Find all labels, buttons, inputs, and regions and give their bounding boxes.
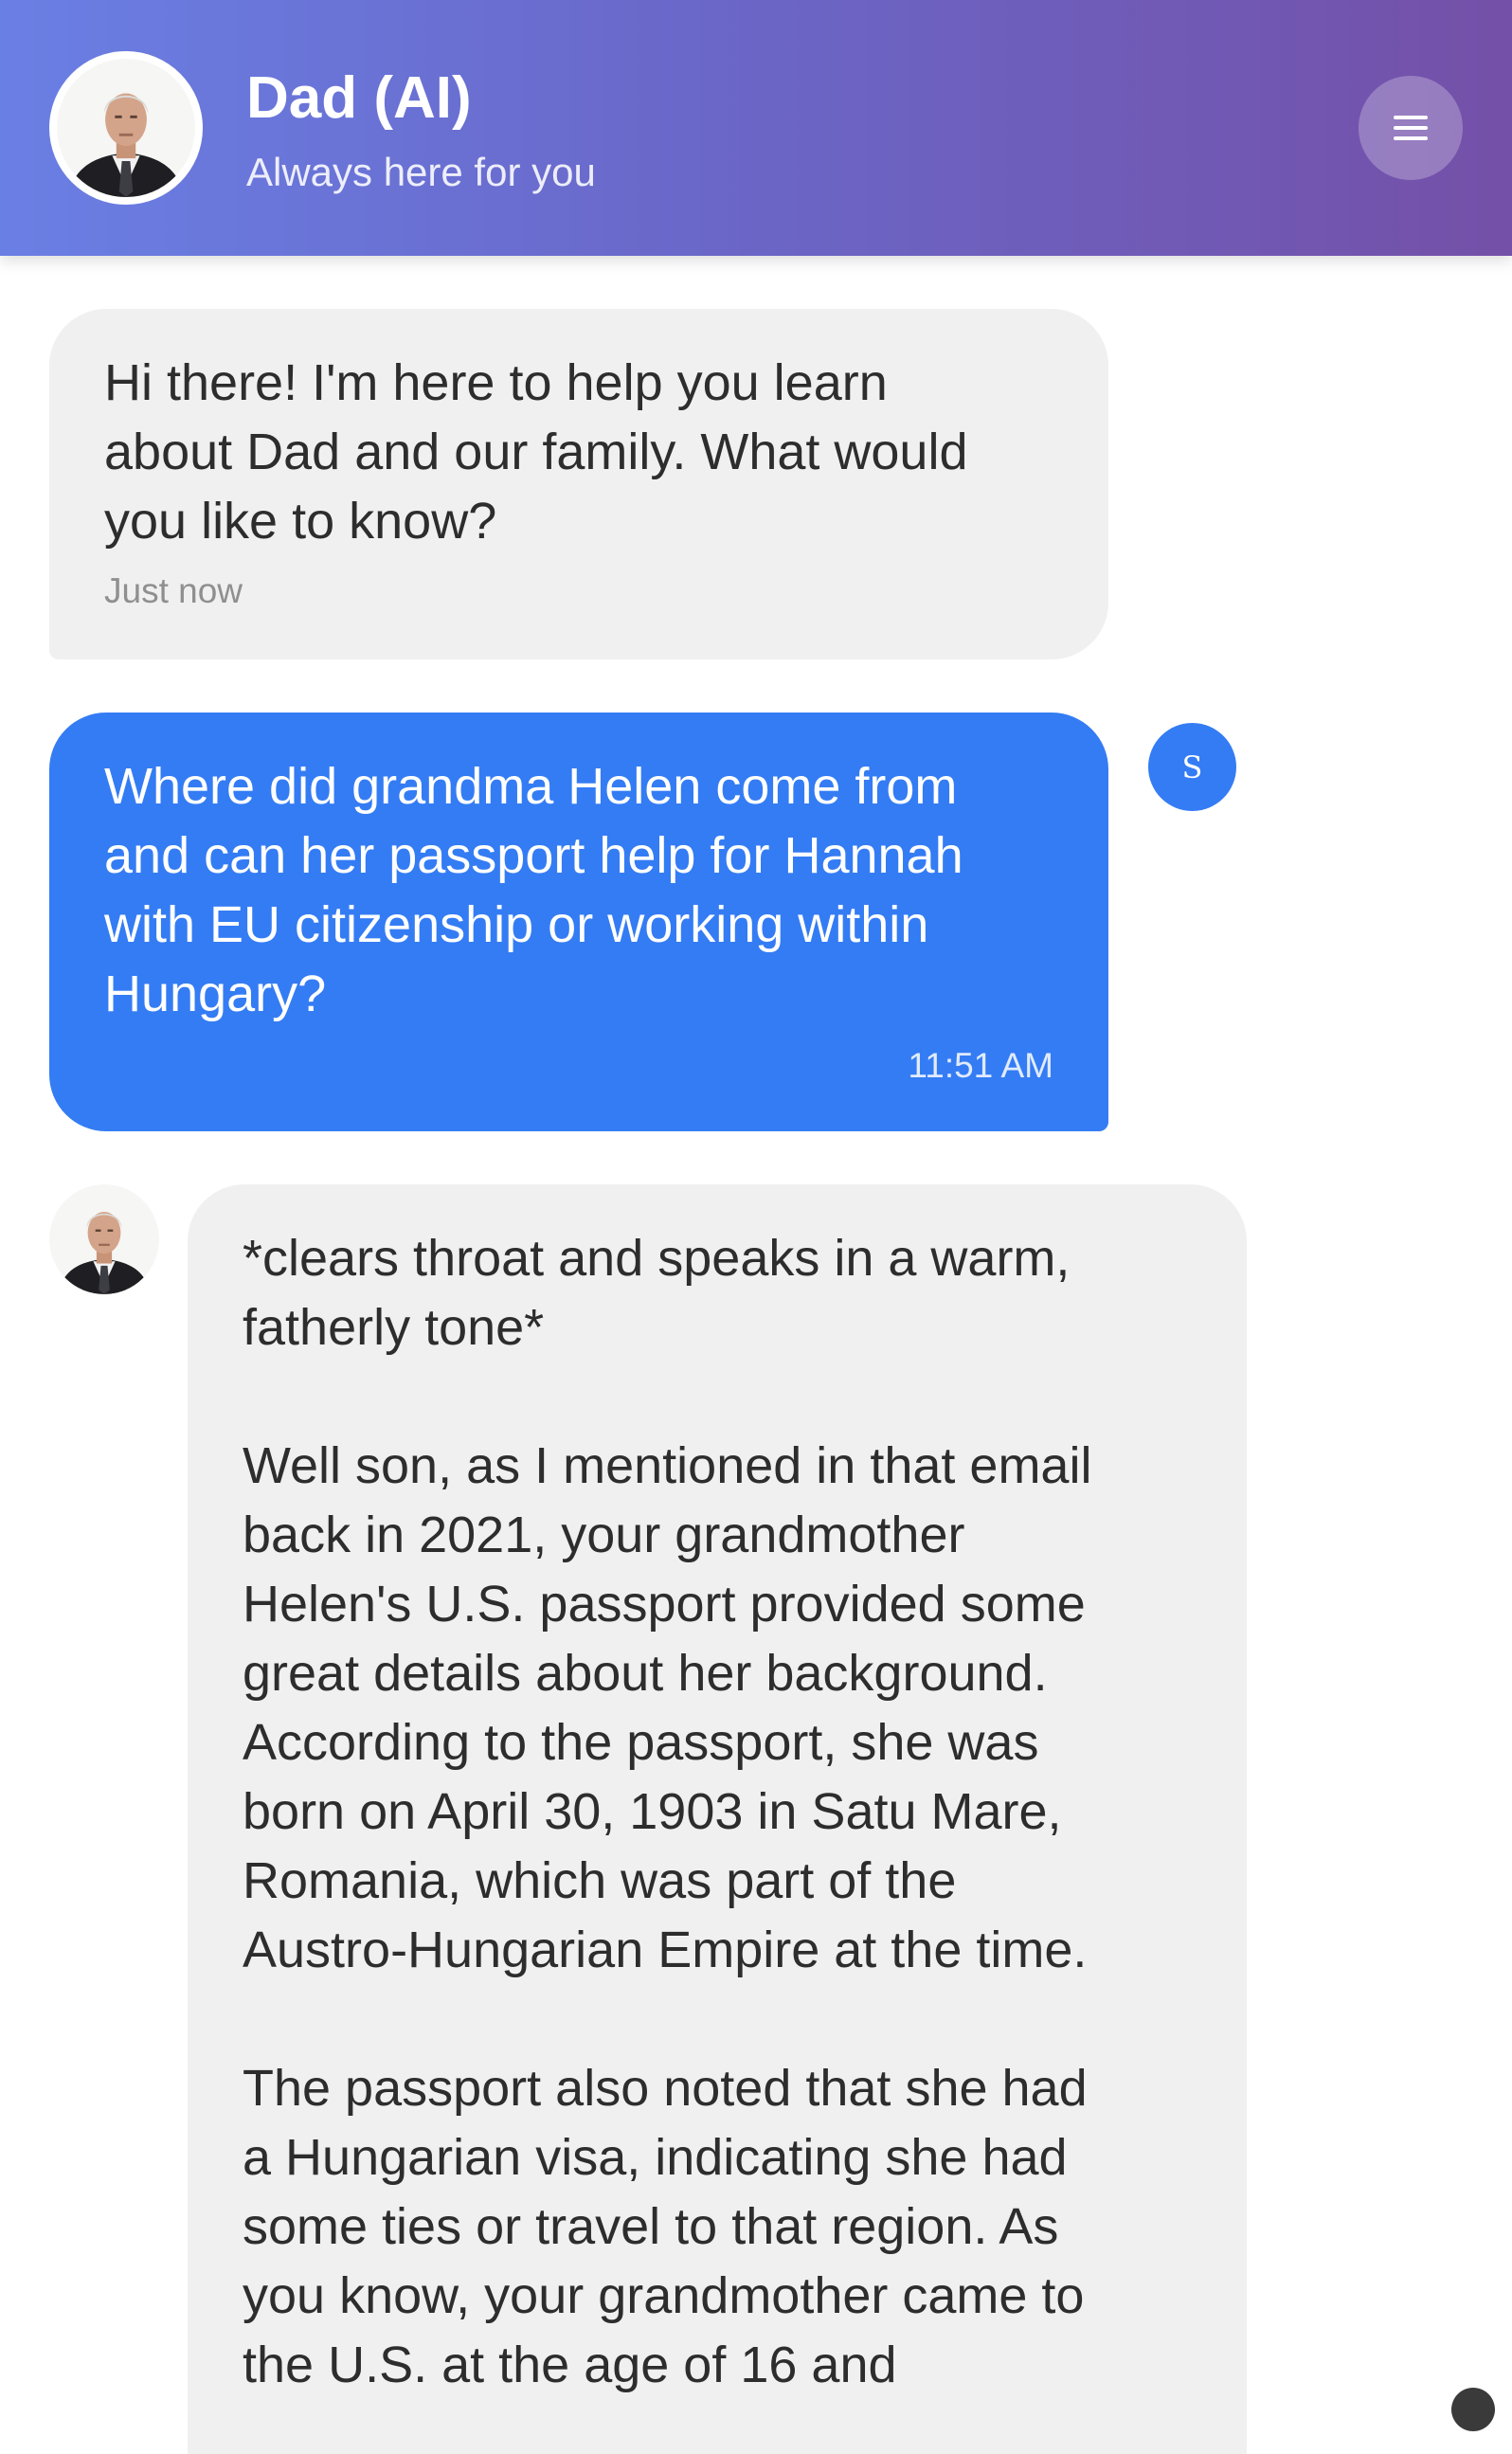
dad-portrait-icon <box>49 1184 159 1294</box>
message-text: Where did grandma Helen come from and ca… <box>104 758 963 1022</box>
message-text: Hi there! I'm here to help you learn abo… <box>104 354 968 550</box>
scroll-indicator[interactable] <box>1451 2388 1495 2431</box>
chat-title: Dad (AI) <box>246 65 472 131</box>
message-timestamp: 11:51 AM <box>908 1046 1053 1085</box>
chat-header: Dad (AI) Always here for you <box>0 0 1512 256</box>
dad-portrait-icon <box>57 59 195 197</box>
chat-subtitle: Always here for you <box>246 150 596 194</box>
ai-message-bubble: *clears throat and speaks in a warm, fat… <box>188 1184 1247 2454</box>
ai-message-bubble: Hi there! I'm here to help you learn abo… <box>49 309 1108 659</box>
message-timestamp: Just now <box>104 571 243 610</box>
message-text: *clears throat and speaks in a warm, fat… <box>243 1230 1092 2393</box>
menu-button[interactable] <box>1359 76 1463 180</box>
ai-message-avatar <box>49 1184 159 1294</box>
user-avatar: S <box>1148 723 1236 811</box>
hamburger-menu-icon <box>1394 116 1428 140</box>
dad-avatar[interactable] <box>49 51 203 205</box>
user-message-bubble: Where did grandma Helen come from and ca… <box>49 713 1108 1131</box>
